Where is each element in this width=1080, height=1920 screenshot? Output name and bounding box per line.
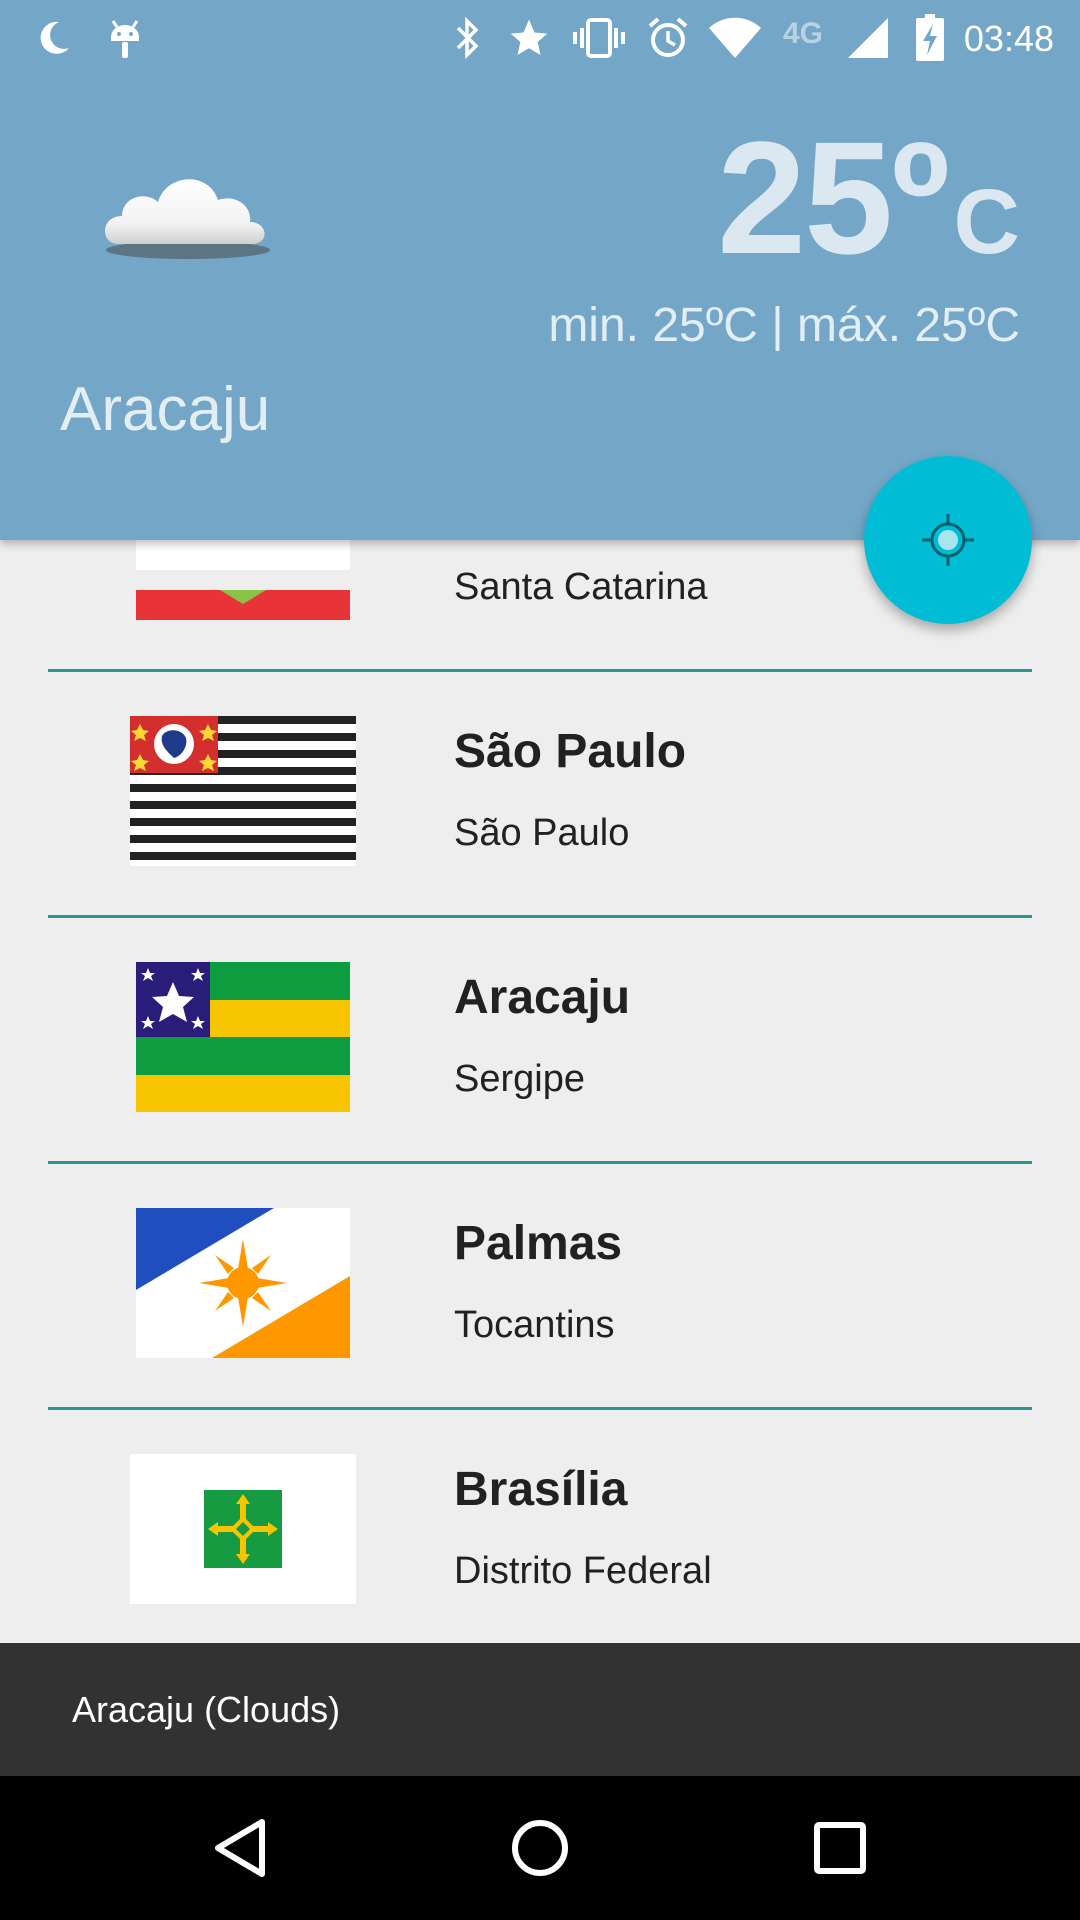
snackbar-message: Aracaju (Clouds)	[72, 1689, 341, 1730]
status-bar: 4G 03:48	[0, 0, 1080, 78]
moon-icon	[28, 14, 78, 62]
state-name: Santa Catarina	[454, 566, 708, 608]
android-icon	[100, 14, 150, 62]
city-name: Palmas	[454, 1217, 623, 1270]
state-name: Sergipe	[454, 1058, 585, 1100]
clock: 03:48	[963, 18, 1054, 59]
sao-paulo-flag	[130, 716, 356, 866]
wifi-icon	[706, 14, 764, 62]
home-button[interactable]	[490, 1798, 590, 1898]
recents-button[interactable]	[790, 1798, 890, 1898]
star-icon	[504, 14, 554, 62]
sergipe-flag	[136, 962, 350, 1112]
city-name: Brasília	[454, 1463, 628, 1516]
my-location-icon	[922, 514, 974, 566]
temperature-value: 25º	[717, 108, 949, 287]
back-button[interactable]	[190, 1798, 290, 1898]
battery-charging-icon	[910, 14, 950, 62]
my-location-button[interactable]	[864, 456, 1032, 624]
temperature-unit: C	[953, 171, 1020, 273]
city-list-item[interactable]: São Paulo São Paulo	[48, 672, 1032, 918]
santa-catarina-flag	[136, 540, 350, 620]
temperature-display: 25ºC	[717, 118, 1020, 278]
snackbar: Aracaju (Clouds)	[0, 1643, 1080, 1776]
city-name: Aracaju	[454, 971, 631, 1024]
tocantins-flag	[136, 1208, 350, 1358]
network-type-label: 4G	[782, 17, 824, 50]
home-icon	[512, 1820, 568, 1876]
min-max-temperature: min. 25ºC | máx. 25ºC	[548, 299, 1020, 352]
navigation-bar	[0, 1776, 1080, 1920]
back-icon	[215, 1819, 265, 1877]
state-name: Tocantins	[454, 1304, 615, 1346]
city-list-item[interactable]: Brasília Distrito Federal	[48, 1410, 1032, 1643]
city-list-item[interactable]: Aracaju Sergipe	[48, 918, 1032, 1164]
cloud-icon	[96, 160, 276, 260]
distrito-federal-flag	[130, 1454, 356, 1604]
vibrate-icon	[570, 14, 628, 62]
weather-header: 4G 03:48 25ºC min. 25ºC | máx. 25ºC Arac…	[0, 0, 1080, 540]
state-name: São Paulo	[454, 812, 630, 854]
alarm-icon	[644, 14, 692, 62]
recents-icon	[814, 1822, 866, 1874]
city-name: São Paulo	[454, 725, 687, 778]
city-list-item[interactable]: Palmas Tocantins	[48, 1164, 1032, 1410]
bluetooth-icon	[448, 14, 488, 62]
state-name: Distrito Federal	[454, 1550, 712, 1592]
city-list[interactable]: Santa Catarina São Paulo São Paulo Araca…	[0, 540, 1080, 1643]
signal-icon	[840, 14, 896, 62]
current-city: Aracaju	[60, 375, 271, 444]
